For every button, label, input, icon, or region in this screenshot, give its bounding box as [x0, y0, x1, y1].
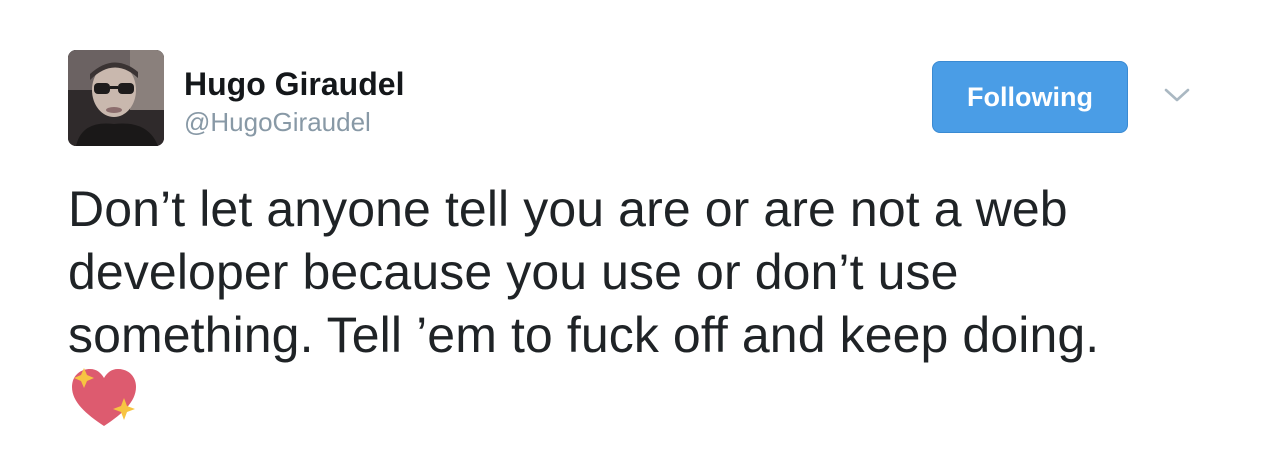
tweet-card: Hugo Giraudel @HugoGiraudel Following Do…	[0, 0, 1262, 452]
tweet-menu-button[interactable]	[1162, 84, 1192, 106]
chevron-down-icon	[1164, 88, 1190, 102]
following-button[interactable]: Following	[932, 61, 1128, 133]
avatar-photo-icon	[68, 50, 164, 146]
screen-name[interactable]: @HugoGiraudel	[184, 105, 371, 139]
sparkling-heart-icon	[68, 366, 140, 430]
avatar[interactable]	[68, 50, 164, 146]
display-name[interactable]: Hugo Giraudel	[184, 64, 404, 104]
tweet-text: Don’t let anyone tell you are or are not…	[68, 181, 1100, 363]
